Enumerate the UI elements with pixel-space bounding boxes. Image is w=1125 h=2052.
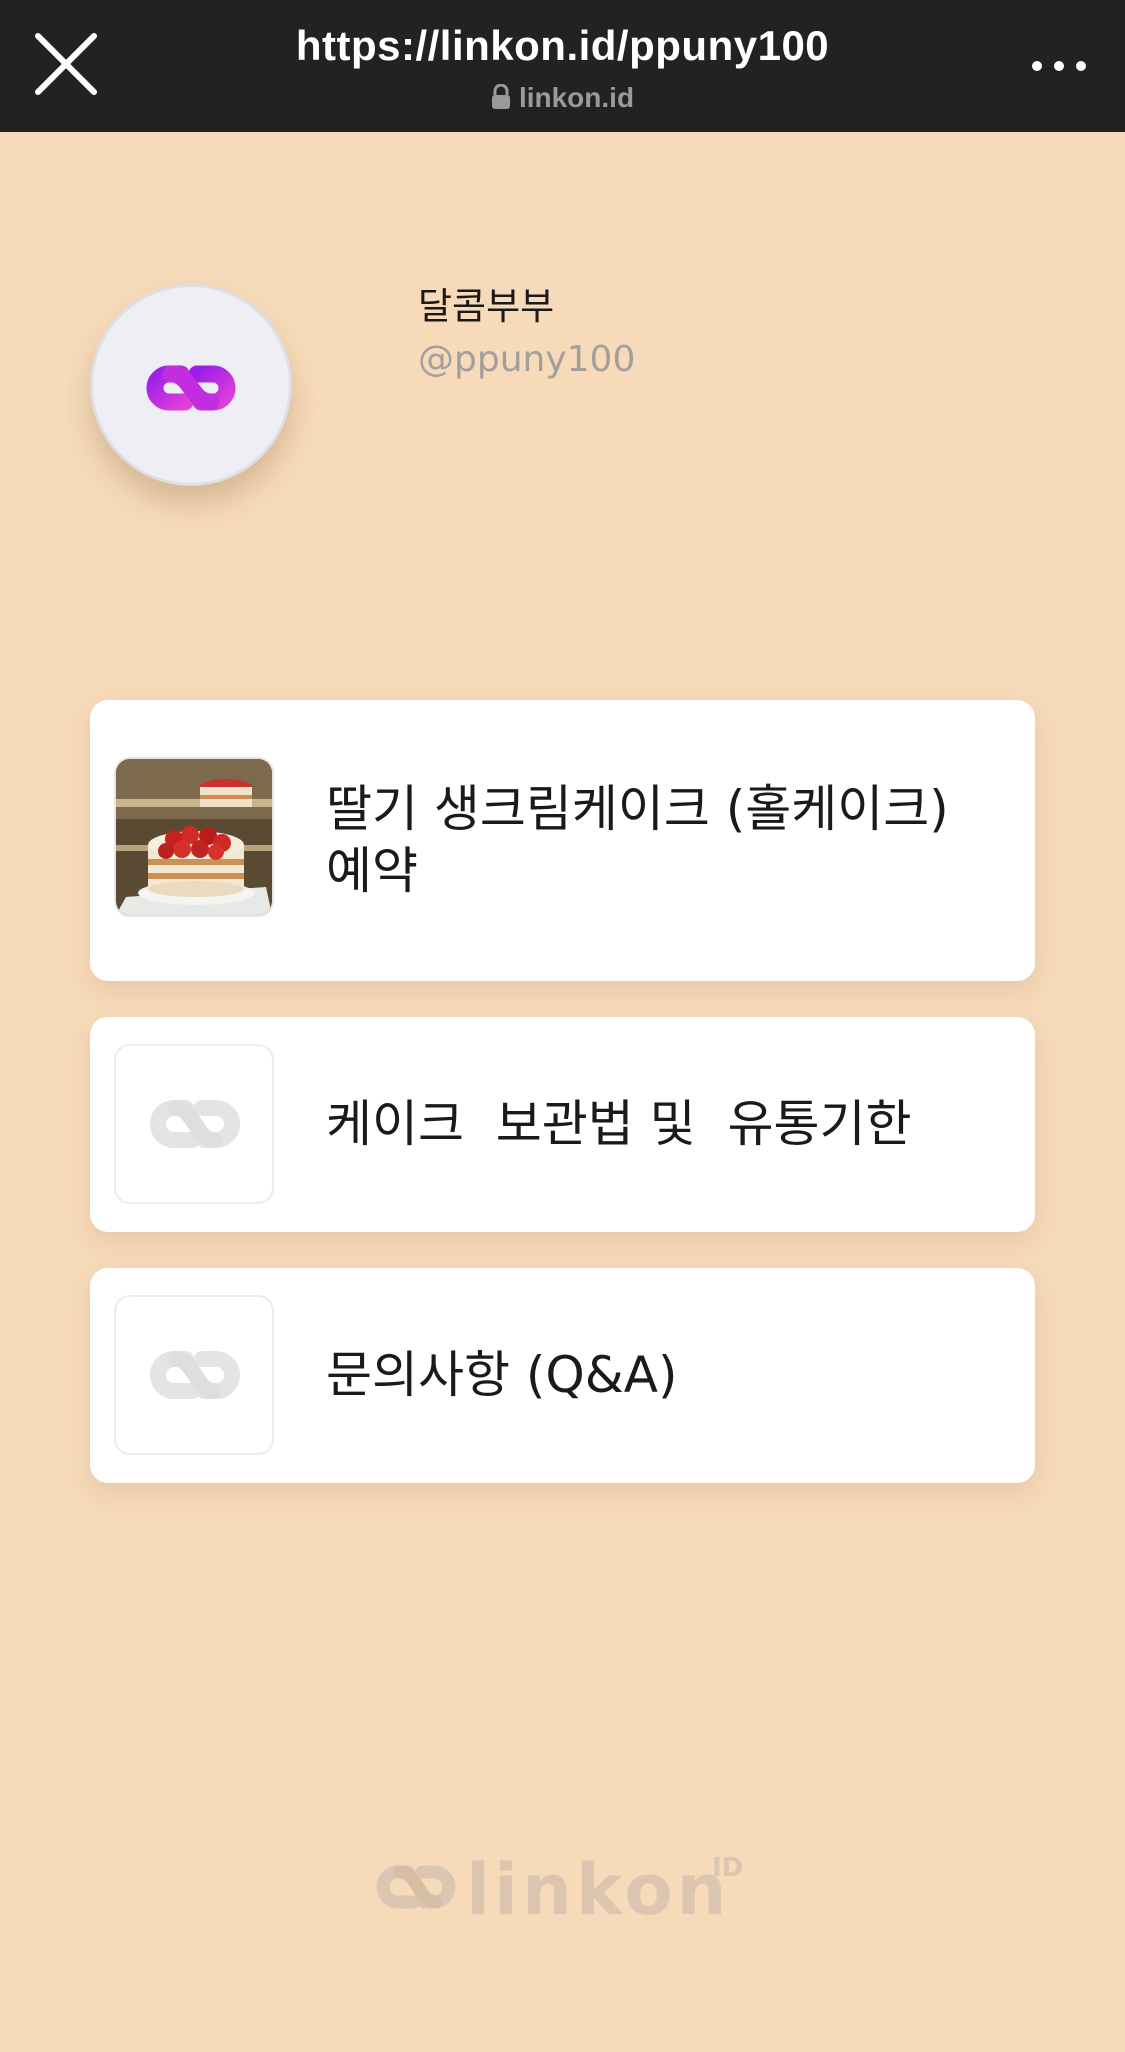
more-icon	[1032, 61, 1086, 71]
page-domain: linkon.id	[0, 80, 1125, 116]
strawberry-cake-photo	[114, 757, 274, 917]
linkon-footer-logo[interactable]: linkon ID	[374, 1842, 754, 1932]
browser-toolbar: https://linkon.id/ppuny100 linkon.id	[0, 0, 1125, 132]
link-card-qna[interactable]: 문의사항 (Q&A)	[90, 1268, 1035, 1483]
more-options-button[interactable]	[1024, 42, 1094, 90]
link-placeholder-icon	[114, 1295, 274, 1455]
page-url[interactable]: https://linkon.id/ppuny100	[0, 20, 1125, 72]
footer-logo-suffix: ID	[712, 1853, 743, 1883]
linkon-logo-icon	[376, 1865, 456, 1909]
footer-logo-text: linkon	[466, 1849, 730, 1931]
link-card-label: 딸기 생크림케이크 (홀케이크) 예약	[326, 780, 949, 900]
link-card-storage-info[interactable]: 케이크 보관법 및 유통기한	[90, 1017, 1035, 1232]
link-card-label: 케이크 보관법 및 유통기한	[326, 1095, 912, 1153]
link-placeholder-icon	[114, 1044, 274, 1204]
profile-avatar	[90, 284, 292, 486]
profile-handle: @ppuny100	[418, 339, 636, 380]
lock-icon	[491, 84, 510, 109]
link-card-cake-reservation[interactable]: 딸기 생크림케이크 (홀케이크) 예약	[90, 700, 1035, 981]
linkon-chain-icon	[146, 365, 236, 411]
profile-name: 달콤부부	[418, 285, 555, 328]
domain-text: linkon.id	[518, 82, 635, 113]
link-card-label: 문의사항 (Q&A)	[326, 1346, 678, 1404]
